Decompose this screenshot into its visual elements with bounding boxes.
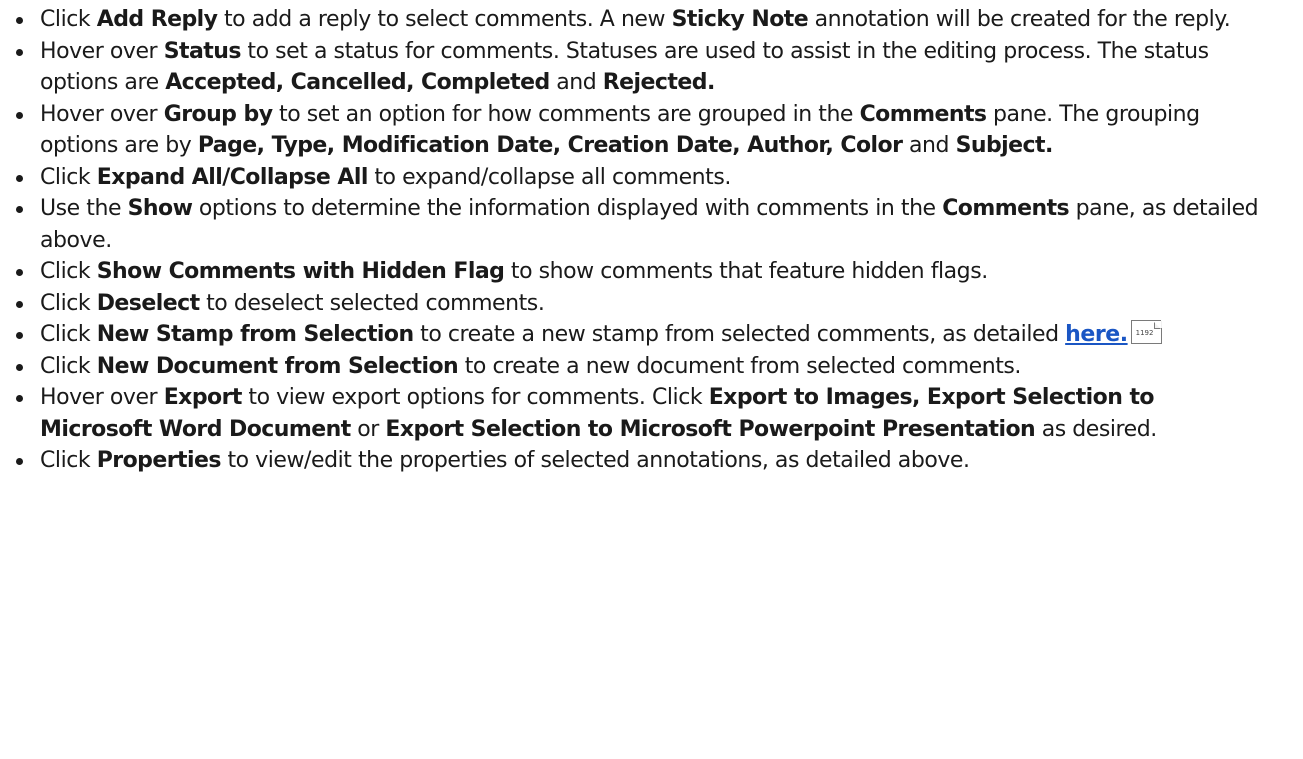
bold-term: Page, Type, Modification Date, Creation … bbox=[197, 133, 903, 158]
bold-term: Group by bbox=[163, 101, 273, 127]
document-page: Click Add Reply to add a reply to select… bbox=[0, 0, 1303, 759]
list-item: Click Show Comments with Hidden Flag to … bbox=[14, 256, 1270, 288]
body-text: Click bbox=[40, 448, 97, 473]
body-text: to view export options for comments. Cli… bbox=[241, 385, 709, 410]
body-text: and bbox=[549, 70, 603, 95]
page-edge bbox=[1160, 329, 1162, 344]
bold-term: New Stamp from Selection bbox=[96, 322, 414, 347]
bold-term: Comments bbox=[942, 196, 1070, 221]
bold-term: Show Comments with Hidden Flag bbox=[96, 259, 505, 284]
list-item: Click Add Reply to add a reply to select… bbox=[14, 4, 1270, 36]
bold-term: Sticky Note bbox=[671, 7, 809, 32]
body-text: Click bbox=[40, 164, 97, 190]
bold-term: Export bbox=[163, 385, 243, 410]
body-text: Hover over bbox=[40, 101, 164, 127]
page-reference-icon[interactable]: 1192 bbox=[1130, 320, 1162, 344]
body-text: Hover over bbox=[40, 38, 164, 64]
body-text: Click bbox=[40, 259, 97, 284]
list-item: Click Deselect to deselect selected comm… bbox=[14, 288, 1270, 320]
body-text: to expand/collapse all comments. bbox=[367, 164, 731, 190]
bold-term: Rejected. bbox=[602, 70, 716, 95]
body-text: as desired. bbox=[1035, 416, 1158, 442]
bold-term: New Document from Selection bbox=[96, 353, 459, 379]
body-text: options to determine the information dis… bbox=[192, 196, 943, 221]
body-text: to create a new document from selected c… bbox=[458, 353, 1022, 379]
bold-term: Properties bbox=[96, 448, 222, 473]
body-text: annotation will be created for the reply… bbox=[808, 7, 1231, 32]
body-text: Hover over bbox=[40, 385, 164, 410]
page-reference-number: 1192 bbox=[1135, 329, 1154, 337]
here-link[interactable]: here. bbox=[1065, 322, 1128, 347]
bold-term: Deselect bbox=[96, 290, 200, 316]
bullet-list: Click Add Reply to add a reply to select… bbox=[14, 4, 1303, 477]
bold-term: Export Selection to Microsoft Powerpoint… bbox=[385, 416, 1036, 442]
body-text: to set an option for how comments are gr… bbox=[272, 101, 860, 127]
bold-term: Comments bbox=[859, 101, 987, 127]
bold-term: Add Reply bbox=[96, 7, 218, 32]
list-item: Use the Show options to determine the in… bbox=[14, 193, 1270, 256]
list-item: Click Properties to view/edit the proper… bbox=[14, 445, 1270, 477]
list-item: Click New Document from Selection to cre… bbox=[14, 351, 1270, 383]
body-text: Click bbox=[40, 290, 97, 316]
bold-term: Show bbox=[127, 196, 193, 221]
body-text: and bbox=[902, 133, 956, 158]
body-text: to create a new stamp from selected comm… bbox=[413, 322, 1066, 347]
page-fold-icon bbox=[1153, 321, 1162, 329]
list-item: Hover over Group by to set an option for… bbox=[14, 99, 1270, 162]
list-item: Click New Stamp from Selection to create… bbox=[14, 319, 1270, 351]
body-text: Click bbox=[40, 353, 97, 379]
body-text: to view/edit the properties of selected … bbox=[220, 448, 970, 473]
bold-term: Subject. bbox=[955, 133, 1054, 158]
list-item: Hover over Status to set a status for co… bbox=[14, 36, 1270, 99]
list-item: Hover over Export to view export options… bbox=[14, 382, 1270, 445]
bold-term: Status bbox=[163, 38, 242, 64]
body-text: or bbox=[350, 416, 386, 442]
body-text: Click bbox=[40, 322, 97, 347]
list-item: Click Expand All/Collapse All to expand/… bbox=[14, 162, 1270, 194]
bold-term: Accepted, Cancelled, Completed bbox=[165, 70, 550, 95]
body-text: to add a reply to select comments. A new bbox=[217, 7, 672, 32]
body-text: Click bbox=[40, 7, 97, 32]
body-text: Use the bbox=[40, 196, 128, 221]
body-text: to deselect selected comments. bbox=[199, 290, 545, 316]
body-text: to show comments that feature hidden fla… bbox=[504, 259, 988, 284]
bold-term: Expand All/Collapse All bbox=[96, 164, 369, 190]
